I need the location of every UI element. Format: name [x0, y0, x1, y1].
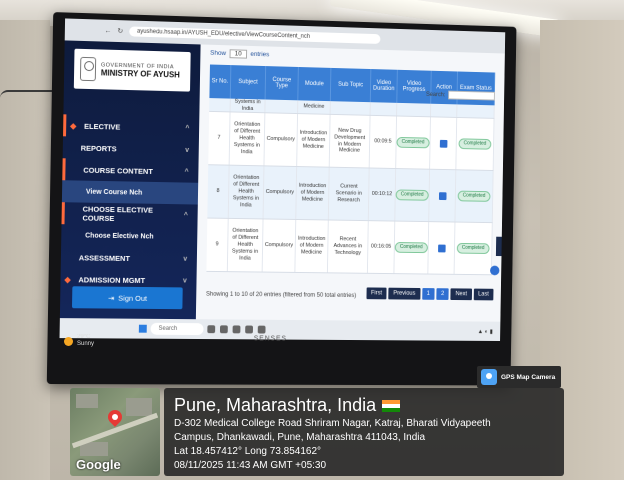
back-icon[interactable]: ←: [105, 27, 112, 34]
ministry-logo: GOVERNMENT OF INDIA MINISTRY OF AYUSH: [73, 48, 191, 92]
sidebar-item-reports[interactable]: REPORTS v: [63, 136, 199, 161]
chevron-down-icon: v: [183, 255, 188, 263]
book-icon: ◆: [64, 274, 71, 284]
google-logo: Google: [76, 457, 121, 472]
chevron-up-icon: ^: [183, 211, 188, 219]
header-sr-no[interactable]: Sr No.: [209, 64, 232, 99]
tv-brand: SENSES: [253, 335, 287, 343]
app-icon[interactable]: [232, 325, 241, 334]
pager-last[interactable]: Last: [473, 288, 494, 301]
logout-icon: ⇥: [108, 293, 115, 303]
search-input[interactable]: [448, 90, 495, 101]
sidebar-item-assessment[interactable]: ASSESSMENT v: [61, 246, 197, 270]
gps-latlong: Lat 18.457412° Long 73.854162°: [174, 445, 322, 457]
table-body: Systems in India Medicine 7 Orientation …: [206, 98, 495, 276]
header-subject[interactable]: Subject: [230, 65, 267, 100]
taskbar-search[interactable]: Search: [150, 322, 204, 336]
system-tray-icon[interactable]: ▲ ◐ ▮: [478, 328, 493, 335]
sidebar: GOVERNMENT OF INDIA MINISTRY OF AYUSH ◆ …: [59, 40, 201, 320]
exam-status-badge: Completed: [457, 243, 490, 254]
tv-screen: ← ↻ ayushedu.hsaap.in/AYUSH_EDU/elective…: [59, 18, 506, 341]
pager-next[interactable]: Next: [450, 288, 472, 301]
gps-info-overlay: Pune, Maharashtra, India D-302 Medical C…: [164, 388, 564, 476]
gps-address-line2: Campus, Dhankawadi, Pune, Maharashtra 41…: [174, 431, 426, 443]
header-video-duration[interactable]: Video Duration: [370, 69, 398, 103]
main-content: Show 10 entries Sr No. Subject Course Ty…: [195, 44, 505, 322]
television: ← ↻ ayushedu.hsaap.in/AYUSH_EDU/elective…: [46, 12, 517, 386]
app-icon[interactable]: [219, 325, 228, 334]
view-action-button[interactable]: [437, 244, 446, 252]
chevron-down-icon: v: [182, 277, 187, 285]
view-action-button[interactable]: [438, 191, 447, 200]
gps-address-line1: D-302 Medical College Road Shriram Nagar…: [174, 417, 491, 429]
chevron-up-icon: ^: [185, 124, 190, 132]
sun-icon: [64, 336, 73, 346]
book-icon: ◆: [70, 120, 77, 131]
sidebar-item-choose-elective-nch[interactable]: Choose Elective Nch: [61, 224, 197, 248]
pager-page-2[interactable]: 2: [436, 288, 449, 300]
header-course-type[interactable]: Course Type: [265, 66, 299, 101]
chevron-down-icon: v: [185, 146, 190, 154]
camera-icon: [481, 369, 497, 385]
progress-badge: Completed: [396, 189, 429, 201]
weather-widget: 29°C Sunny: [64, 334, 94, 348]
sidebar-item-view-course-nch[interactable]: View Course Nch: [61, 180, 199, 205]
sidebar-item-choose-elective-course[interactable]: CHOOSE ELECTIVE COURSE ^: [61, 202, 198, 227]
scroll-up-button[interactable]: [489, 265, 500, 276]
app-icon[interactable]: [245, 325, 254, 334]
header-module[interactable]: Module: [298, 67, 332, 102]
sidebar-nav: ◆ ELECTIVE ^ REPORTS v COURSE CONTENT ^ …: [60, 114, 200, 291]
table-row: 7 Orientation of Different Health System…: [208, 111, 495, 171]
app-icon[interactable]: [257, 325, 266, 334]
address-bar[interactable]: ayushedu.hsaap.in/AYUSH_EDU/elective/Vie…: [129, 26, 381, 44]
logo-ministry-text: MINISTRY OF AYUSH: [100, 67, 180, 79]
exam-status-badge: Completed: [458, 190, 491, 202]
gps-city: Pune, Maharashtra, India: [174, 395, 554, 416]
location-pin-icon: [105, 407, 125, 427]
pager-first[interactable]: First: [366, 287, 387, 300]
header-sub-topic[interactable]: Sub Topic: [330, 67, 372, 103]
pager-previous[interactable]: Previous: [388, 287, 421, 300]
progress-badge: Completed: [395, 242, 428, 253]
entries-select[interactable]: 10: [229, 49, 247, 59]
search-area: Search:: [426, 90, 495, 101]
exam-status-badge: Completed: [458, 138, 491, 150]
pagination: First Previous 1 2 Next Last: [366, 287, 494, 301]
reload-icon[interactable]: ↻: [117, 27, 123, 35]
sidebar-item-elective[interactable]: ◆ ELECTIVE ^: [63, 114, 200, 140]
taskbar-apps: [207, 325, 266, 334]
sign-out-button[interactable]: ⇥ Sign Out: [71, 286, 183, 310]
chevron-up-icon: ^: [184, 168, 189, 176]
sidebar-item-course-content[interactable]: COURSE CONTENT ^: [62, 158, 199, 183]
table-info: Showing 1 to 10 of 20 entries (filtered …: [205, 291, 357, 300]
windows-start-icon[interactable]: [138, 324, 147, 333]
wall-left: [0, 20, 50, 480]
pager-page-1[interactable]: 1: [421, 288, 435, 300]
emblem-icon: [79, 56, 97, 82]
view-action-button[interactable]: [439, 139, 447, 148]
table-row: 9 Orientation of Different Health System…: [206, 218, 493, 276]
table-row: 8 Orientation of Different Health System…: [207, 165, 494, 224]
gps-app-tag: GPS Map Camera: [477, 366, 561, 388]
app-icon[interactable]: [207, 325, 216, 334]
progress-badge: Completed: [396, 137, 430, 148]
gps-datetime: 08/11/2025 11:43 AM GMT +05:30: [174, 459, 327, 471]
entries-selector: Show 10 entries: [210, 49, 270, 59]
scrollbar[interactable]: [495, 236, 502, 257]
india-flag-icon: [382, 399, 401, 412]
map-thumbnail: Google: [70, 388, 160, 476]
